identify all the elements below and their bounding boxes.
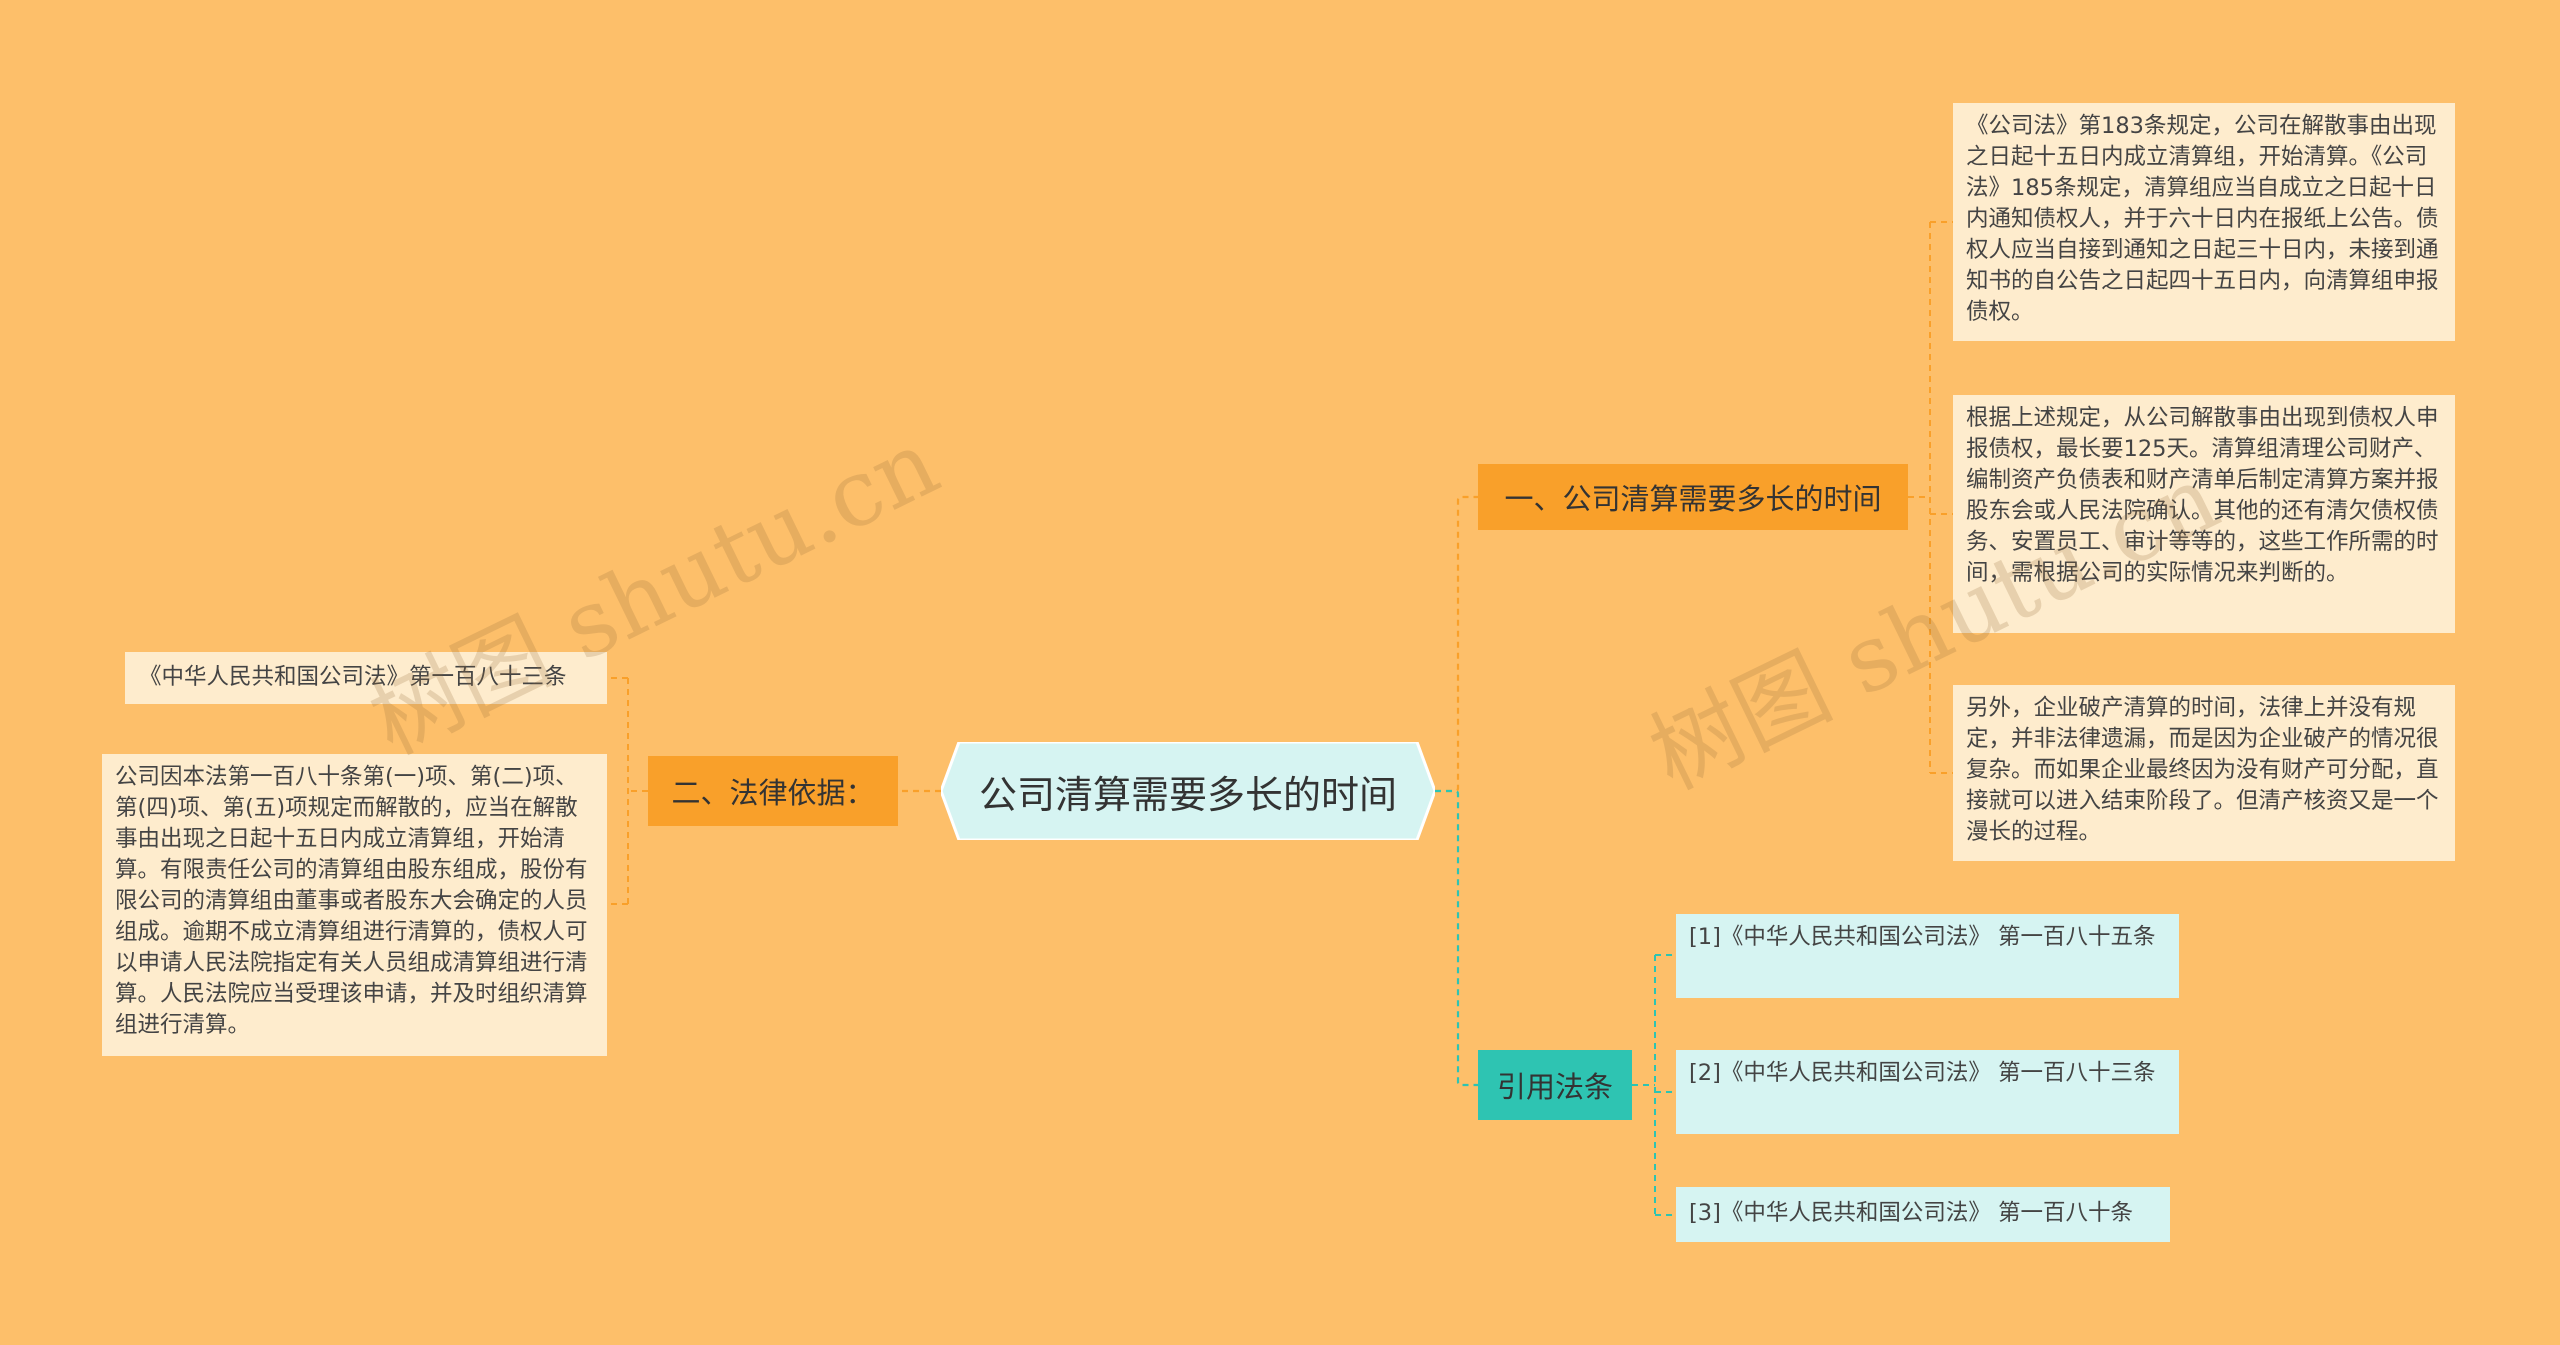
leaf-basis-2[interactable]: 公司因本法第一百八十条第(一)项、第(二)项、第(四)项、第(五)项规定而解散的… xyxy=(102,754,607,1056)
connector-refs-leaves xyxy=(1632,954,1676,1216)
leaf-time-1[interactable]: 《公司法》第183条规定，公司在解散事由出现之日起十五日内成立清算组，开始清算。… xyxy=(1953,103,2455,341)
leaf-time-3[interactable]: 另外，企业破产清算的时间，法律上并没有规定，并非法律遗漏，而是因为企业破产的情况… xyxy=(1953,685,2455,861)
leaf-refs-3[interactable]: [3]《中华人民共和国公司法》 第一百八十条 xyxy=(1676,1187,2170,1242)
leaf-basis-1-text: 《中华人民共和国公司法》第一百八十三条 xyxy=(139,664,567,690)
leaf-refs-2[interactable]: [2]《中华人民共和国公司法》 第一百八十三条 xyxy=(1676,1050,2179,1134)
root-label: 公司清算需要多长的时间 xyxy=(978,772,1397,817)
leaf-time-1-text: 《公司法》第183条规定，公司在解散事由出现之日起十五日内成立清算组，开始清算。… xyxy=(1966,113,2439,325)
branch-time[interactable]: 一、公司清算需要多长的时间 xyxy=(1478,464,1908,530)
leaf-refs-1[interactable]: [1]《中华人民共和国公司法》 第一百八十五条 xyxy=(1676,914,2179,998)
leaf-refs-3-text: [3]《中华人民共和国公司法》 第一百八十条 xyxy=(1689,1200,2134,1226)
leaf-time-2-text: 根据上述规定，从公司解散事由出现到债权人申报债权，最长要125天。清算组清理公司… xyxy=(1966,405,2439,586)
connector-basis-leaves xyxy=(607,677,648,905)
branch-basis[interactable]: 二、法律依据： xyxy=(648,756,898,826)
leaf-time-2[interactable]: 根据上述规定，从公司解散事由出现到债权人申报债权，最长要125天。清算组清理公司… xyxy=(1953,395,2455,633)
branch-time-label: 一、公司清算需要多长的时间 xyxy=(1504,482,1882,516)
root-node[interactable]: 公司清算需要多长的时间 xyxy=(941,742,1435,840)
branch-basis-label: 二、法律依据： xyxy=(671,776,875,810)
branch-refs[interactable]: 引用法条 xyxy=(1478,1050,1632,1120)
branch-refs-label: 引用法条 xyxy=(1496,1070,1613,1104)
connector-root-time xyxy=(1435,495,1478,793)
leaf-refs-1-text: [1]《中华人民共和国公司法》 第一百八十五条 xyxy=(1689,924,2156,950)
connector-root-refs xyxy=(1435,789,1478,1087)
connector-time-leaves xyxy=(1908,221,1953,774)
mind-map-canvas: 公司清算需要多长的时间 一、公司清算需要多长的时间 《公司法》第183条规定，公… xyxy=(0,0,2560,1345)
leaf-time-3-text: 另外，企业破产清算的时间，法律上并没有规定，并非法律遗漏，而是因为企业破产的情况… xyxy=(1966,695,2439,845)
leaf-refs-2-text: [2]《中华人民共和国公司法》 第一百八十三条 xyxy=(1689,1060,2156,1086)
leaf-basis-2-text: 公司因本法第一百八十条第(一)项、第(二)项、第(四)项、第(五)项规定而解散的… xyxy=(115,764,588,1038)
leaf-basis-1[interactable]: 《中华人民共和国公司法》第一百八十三条 xyxy=(125,652,607,704)
